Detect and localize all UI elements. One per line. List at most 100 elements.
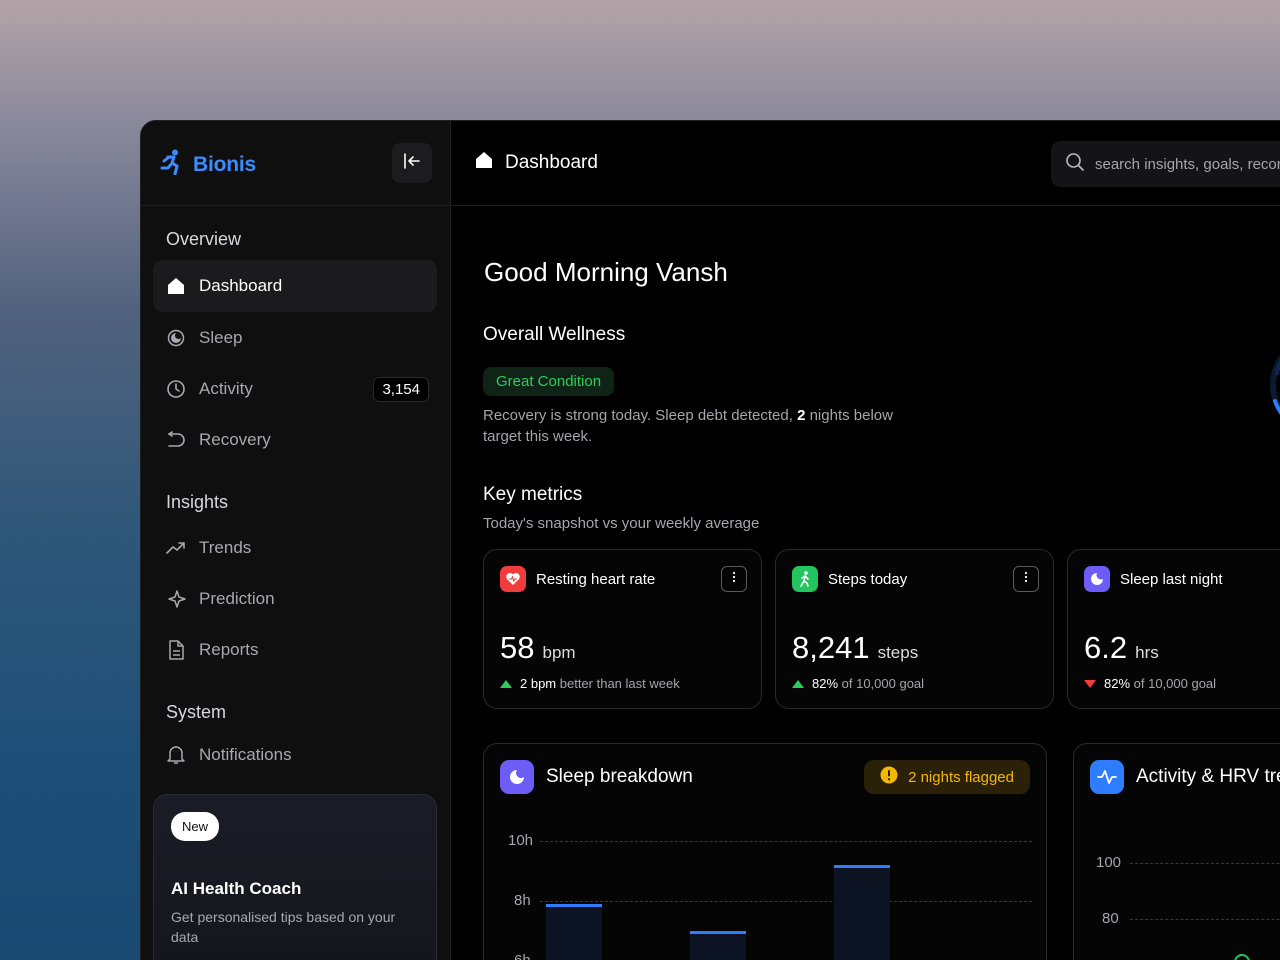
metric-delta: 82% of 10,000 goal (812, 676, 925, 691)
collapse-icon (403, 152, 421, 175)
search-box[interactable] (1051, 141, 1280, 187)
kebab-icon (732, 570, 736, 588)
moon-icon (500, 760, 534, 794)
sidebar-divider (141, 205, 451, 206)
sidebar-item-notifications[interactable]: Notifications (153, 729, 437, 781)
card-title: Sleep breakdown (546, 766, 693, 787)
metric-delta: 82% of 10,000 goal (1104, 676, 1217, 691)
metric-title: Sleep last night (1120, 570, 1223, 588)
data-point (1234, 954, 1250, 960)
app-window: Bionis Overview Dashboard Sleep Activity… (140, 120, 1280, 960)
y-tick-label: 10h (508, 832, 534, 849)
warning-icon (880, 766, 898, 788)
sidebar-item-recovery[interactable]: Recovery (153, 414, 437, 466)
sidebar-item-activity[interactable]: Activity 3,154 (153, 363, 437, 415)
greeting: Good Morning Vansh (484, 257, 728, 287)
metric-unit: bpm (542, 643, 576, 662)
recovery-summary: Recovery is strong today. Sleep debt det… (483, 407, 893, 445)
activity-count-badge: 3,154 (373, 376, 429, 402)
metric-value: 58 (500, 630, 535, 665)
flag-text: 2 nights flagged (908, 768, 1014, 786)
y-tick-label: 6h (514, 952, 531, 960)
runner-logo-icon (159, 149, 183, 180)
sidebar-item-dashboard[interactable]: Dashboard (153, 260, 437, 312)
metric-unit: steps (877, 643, 919, 662)
wellness-score-ring (1270, 354, 1280, 416)
nights-flagged-badge[interactable]: 2 nights flagged (864, 760, 1030, 794)
main-content: Good Morning Vansh Overall Wellness Grea… (451, 207, 1280, 960)
trend-up-icon (792, 676, 804, 691)
metric-card-sleep[interactable]: Sleep last night 6.2 hrs 82% of 10,000 g… (1067, 549, 1280, 709)
wellness-title: Overall Wellness (483, 324, 626, 345)
condition-badge: Great Condition (483, 367, 615, 396)
sidebar-item-reports[interactable]: Reports (153, 624, 437, 676)
gridline (540, 841, 1032, 842)
moon-icon (1084, 566, 1110, 592)
more-options-button[interactable] (1013, 566, 1039, 592)
metric-card-steps[interactable]: Steps today 8,241 steps 82% of 10,000 go… (775, 549, 1054, 709)
sidebar-item-trends[interactable]: Trends (153, 522, 437, 574)
sidebar-item-label: Prediction (199, 589, 275, 608)
metric-card-heart-rate[interactable]: Resting heart rate 58 bpm 2 bpm better t… (483, 549, 762, 709)
y-tick-label: 100 (1096, 854, 1122, 871)
search-input[interactable] (1095, 155, 1280, 173)
top-bar: Dashboard (451, 121, 1280, 206)
y-tick-label: 8h (514, 892, 531, 909)
sparkle-icon (166, 589, 186, 609)
bell-icon (166, 745, 186, 765)
section-overview: Overview (166, 229, 242, 249)
sidebar-item-sleep[interactable]: Sleep (153, 312, 437, 364)
moon-icon (166, 328, 186, 348)
brand[interactable]: Bionis (159, 149, 256, 180)
new-badge: New (171, 812, 220, 841)
metric-unit: hrs (1135, 643, 1159, 662)
key-metrics-title: Key metrics (483, 484, 583, 505)
sidebar-item-prediction[interactable]: Prediction (153, 573, 437, 625)
metric-delta: 2 bpm better than last week (520, 676, 680, 691)
sleep-bar[interactable] (690, 931, 746, 960)
more-options-button[interactable] (721, 566, 747, 592)
brand-name: Bionis (193, 152, 256, 176)
sidebar-item-label: Notifications (199, 745, 292, 764)
heart-icon (500, 566, 526, 592)
collapse-sidebar-button[interactable] (392, 143, 432, 183)
sidebar-item-label: Sleep (199, 328, 243, 347)
sidebar-item-label: Activity (199, 379, 253, 398)
trend-icon (166, 538, 186, 558)
trend-up-icon (500, 676, 512, 691)
section-insights: Insights (166, 492, 229, 512)
metric-title: Steps today (828, 570, 908, 588)
sidebar: Bionis Overview Dashboard Sleep Activity… (141, 121, 451, 960)
metric-value: 8,241 (792, 630, 870, 665)
clock-icon (166, 379, 186, 399)
search-icon (1065, 152, 1085, 177)
sidebar-item-label: Recovery (199, 430, 271, 449)
kebab-icon (1024, 570, 1028, 588)
walking-icon (792, 566, 818, 592)
document-icon (166, 640, 186, 660)
sleep-bar[interactable] (834, 865, 890, 960)
gridline (540, 901, 1032, 902)
home-icon (166, 276, 186, 296)
ai-health-coach-card[interactable]: New AI Health Coach Get personalised tip… (153, 794, 437, 960)
key-metrics-subtitle: Today's snapshot vs your weekly average (483, 515, 760, 532)
metric-value: 6.2 (1084, 630, 1128, 665)
page-title: Dashboard (475, 151, 598, 175)
y-tick-label: 80 (1102, 910, 1119, 927)
page-title-text: Dashboard (505, 152, 598, 173)
home-icon (475, 151, 493, 175)
coach-description: Get personalised tips based on your data (171, 909, 396, 945)
sleep-breakdown-card: Sleep breakdown 2 nights flagged 10h 8h … (483, 743, 1047, 960)
trend-down-icon (1084, 676, 1096, 691)
sidebar-item-label: Reports (199, 640, 259, 659)
coach-title: AI Health Coach (171, 879, 302, 898)
sidebar-item-label: Trends (199, 538, 252, 557)
sleep-bar[interactable] (546, 904, 602, 960)
sidebar-item-label: Dashboard (199, 276, 283, 295)
pulse-icon (1090, 760, 1124, 794)
activity-hrv-card: Activity & HRV trend 100 80 (1073, 743, 1280, 960)
recovery-icon (166, 430, 186, 450)
gridline (1130, 919, 1280, 920)
metric-title: Resting heart rate (536, 570, 656, 588)
card-title: Activity & HRV trend (1136, 766, 1280, 787)
